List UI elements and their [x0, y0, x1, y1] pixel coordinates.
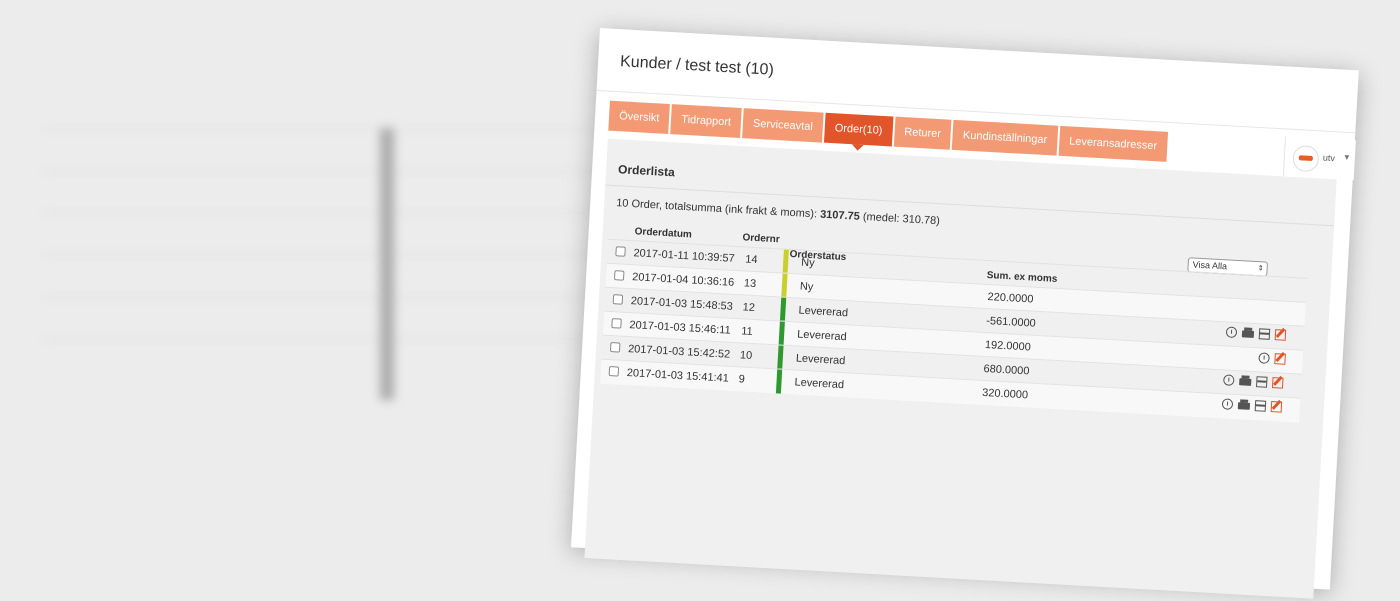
- tab-returer[interactable]: Returer: [893, 116, 952, 150]
- order-number: 12: [742, 301, 756, 315]
- bg-row: [40, 212, 600, 214]
- history-icon[interactable]: [1223, 374, 1235, 386]
- history-icon[interactable]: [1221, 398, 1234, 410]
- status-indicator: [782, 249, 789, 274]
- status-indicator: [779, 297, 787, 322]
- row-checkbox[interactable]: [613, 270, 625, 281]
- customer-window: Kunder / test test (10) utv ▼ Översikt T…: [570, 28, 1389, 599]
- order-number: 11: [740, 325, 754, 338]
- order-number: 9: [738, 373, 746, 386]
- order-status: Levererad: [795, 352, 846, 368]
- history-icon[interactable]: [1225, 326, 1238, 339]
- package-icon[interactable]: [1258, 328, 1271, 340]
- print-icon[interactable]: [1241, 330, 1255, 338]
- edit-icon[interactable]: [1274, 353, 1286, 365]
- order-status: Levererad: [794, 376, 845, 392]
- order-number: 10: [739, 349, 753, 362]
- order-date: 2017-01-03 15:42:52: [627, 343, 731, 361]
- order-sum: -561.0000: [985, 315, 1037, 330]
- select-arrows-icon: ⇕: [1257, 265, 1264, 273]
- status-indicator: [778, 321, 785, 346]
- order-number: 13: [743, 277, 757, 291]
- order-status: Ny: [799, 280, 814, 294]
- row-checkbox[interactable]: [609, 342, 621, 353]
- order-sum: 220.0000: [987, 291, 1034, 306]
- package-icon[interactable]: [1254, 400, 1267, 412]
- summary-total: 3107.75: [819, 208, 861, 223]
- status-indicator: [775, 369, 783, 394]
- order-sum: 320.0000: [981, 386, 1029, 402]
- order-date: 2017-01-03 15:46:11: [629, 319, 731, 337]
- order-date: 2017-01-03 15:48:53: [630, 295, 734, 313]
- order-status: Levererad: [796, 328, 848, 344]
- tab-tidrapport[interactable]: Tidrapport: [670, 104, 742, 138]
- order-date: 2017-01-11 10:39:57: [633, 247, 735, 265]
- panel-title: Orderlista: [617, 162, 676, 180]
- tab-leveransadresser[interactable]: Leveransadresser: [1058, 125, 1168, 162]
- row-actions: [1221, 398, 1283, 413]
- bg-row: [40, 254, 600, 256]
- bg-row: [40, 296, 600, 298]
- order-number: 14: [744, 253, 758, 267]
- order-status: Levererad: [798, 304, 849, 320]
- tab-oversikt[interactable]: Översikt: [608, 100, 671, 134]
- header-ordernr[interactable]: Ordernr: [742, 232, 780, 245]
- user-name: utv: [1322, 152, 1336, 164]
- bg-row: [40, 170, 600, 172]
- history-icon[interactable]: [1258, 352, 1270, 364]
- row-checkbox[interactable]: [608, 366, 620, 377]
- edit-icon[interactable]: [1271, 377, 1284, 389]
- row-checkbox[interactable]: [615, 246, 626, 257]
- tab-serviceavtal[interactable]: Serviceavtal: [742, 108, 824, 143]
- order-status: Ny: [800, 256, 815, 270]
- bg-status-bar: [380, 128, 394, 400]
- bg-row: [40, 128, 600, 130]
- order-sum: 192.0000: [984, 338, 1032, 354]
- avatar: [1292, 144, 1320, 173]
- status-indicator: [781, 273, 788, 298]
- package-icon[interactable]: [1255, 376, 1268, 388]
- edit-icon[interactable]: [1270, 401, 1283, 413]
- status-indicator: [777, 345, 784, 370]
- row-actions: [1225, 326, 1287, 341]
- row-checkbox[interactable]: [611, 318, 622, 329]
- filter-value: Visa Alla: [1192, 259, 1228, 272]
- bg-row: [40, 338, 600, 340]
- edit-icon[interactable]: [1274, 329, 1287, 341]
- row-checkbox[interactable]: [612, 294, 624, 305]
- row-actions: [1258, 352, 1286, 365]
- tab-order[interactable]: Order(10): [823, 112, 894, 147]
- user-menu[interactable]: utv ▼: [1282, 136, 1356, 181]
- print-icon[interactable]: [1239, 378, 1252, 386]
- tab-kundinstallningar[interactable]: Kundinställningar: [952, 119, 1059, 156]
- order-date: 2017-01-04 10:36:16: [631, 271, 735, 289]
- chevron-down-icon: ▼: [1342, 152, 1352, 163]
- row-actions: [1223, 374, 1284, 389]
- order-date: 2017-01-03 15:41:41: [626, 367, 730, 385]
- order-sum: 680.0000: [983, 362, 1030, 378]
- print-icon[interactable]: [1237, 402, 1251, 410]
